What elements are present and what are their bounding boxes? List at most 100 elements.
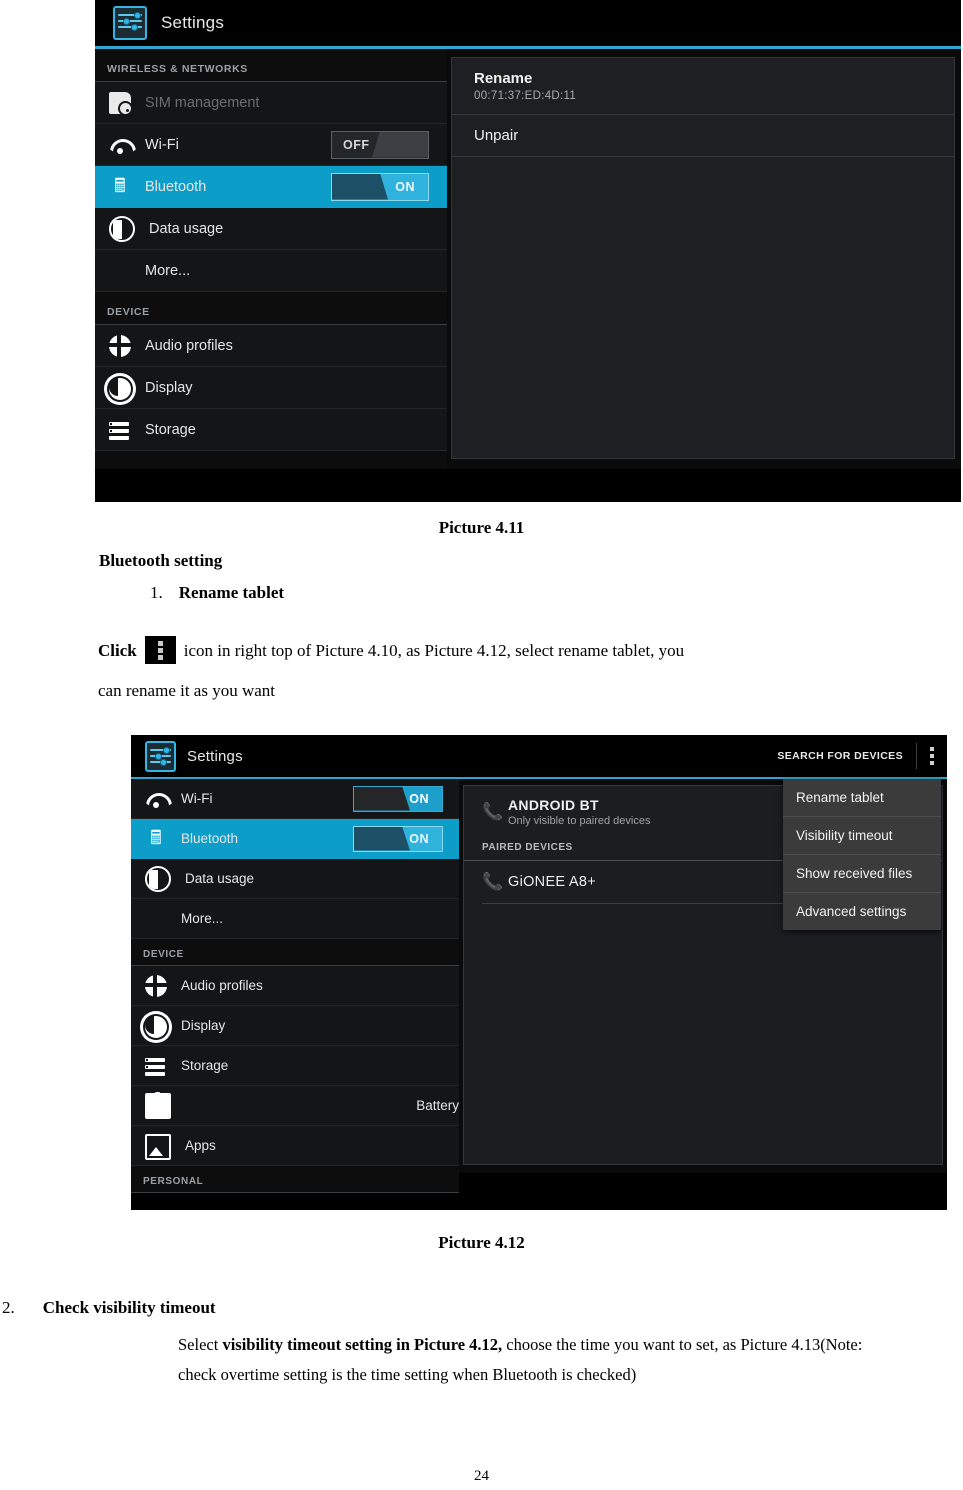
local-device-visibility: Only visible to paired devices: [508, 815, 651, 827]
click-instruction-line-2: can rename it as you want: [98, 681, 276, 700]
screenshot-picture-4-11: Settings WIRELESS & NETWORKS SIM managem…: [95, 0, 961, 502]
sidebar-item-label: Audio profiles: [181, 978, 263, 993]
sidebar-item-data-usage[interactable]: Data usage: [131, 859, 459, 899]
para2-lead: Select: [178, 1335, 223, 1354]
sidebar-item-label: Battery: [416, 1098, 459, 1113]
overflow-dropdown-menu: Rename tablet Visibility timeout Show re…: [783, 779, 941, 930]
system-navigation-bar[interactable]: [95, 469, 961, 502]
screenshot-picture-4-12: Settings SEARCH FOR DEVICES Wi-Fi ON 🖩 B…: [131, 735, 947, 1210]
storage-icon: [109, 419, 131, 441]
unpair-row[interactable]: Unpair: [452, 115, 954, 157]
sidebar-item-audio-profiles[interactable]: Audio profiles: [95, 325, 447, 367]
data-usage-icon: [109, 216, 135, 242]
sidebar-item-bluetooth[interactable]: 🖩 Bluetooth ON: [131, 819, 459, 859]
toggle-label: OFF: [343, 137, 370, 152]
overflow-menu-icon[interactable]: [917, 735, 947, 777]
click-word: Click: [98, 641, 137, 660]
document-page: Settings WIRELESS & NETWORKS SIM managem…: [0, 0, 963, 1490]
paragraph-visibility-timeout: Select visibility timeout setting in Pic…: [178, 1330, 878, 1390]
device-mac-address: 00:71:37:ED:4D:11: [474, 90, 577, 102]
bluetooth-toggle[interactable]: ON: [353, 825, 443, 852]
unpair-title: Unpair: [474, 127, 519, 144]
display-brightness-icon: [109, 377, 131, 400]
overflow-menu-icon: [144, 636, 176, 664]
list-item-2-title: Check visibility timeout: [42, 1298, 216, 1317]
settings-sliders-icon: [145, 740, 176, 772]
sidebar-item-storage[interactable]: Storage: [95, 409, 447, 451]
sidebar-item-data-usage[interactable]: Data usage: [95, 208, 447, 250]
bluetooth-toggle[interactable]: ON: [331, 172, 429, 201]
sidebar-item-label: Data usage: [149, 220, 224, 237]
bluetooth-device-detail-pane: Rename 00:71:37:ED:4D:11 Unpair: [451, 57, 955, 459]
action-bar: Settings SEARCH FOR DEVICES: [131, 735, 947, 777]
sidebar-item-apps[interactable]: Apps: [131, 1126, 459, 1166]
battery-icon: [145, 1092, 171, 1119]
display-brightness-icon: [145, 1015, 167, 1038]
audio-profiles-icon: [107, 332, 131, 357]
sidebar-item-display[interactable]: Display: [131, 1006, 459, 1046]
data-usage-icon: [145, 866, 171, 892]
sidebar-item-label: Storage: [145, 421, 196, 438]
local-device-name: ANDROID BT: [508, 797, 599, 813]
storage-icon: [145, 1055, 167, 1077]
wifi-icon: [145, 788, 167, 810]
sidebar-section-device: DEVICE: [131, 939, 459, 966]
menu-item-advanced-settings[interactable]: Advanced settings: [783, 893, 941, 930]
sidebar-item-wifi[interactable]: Wi-Fi ON: [131, 779, 459, 819]
toggle-label: ON: [409, 831, 429, 846]
wifi-icon: [109, 134, 131, 156]
sidebar-section-personal: PERSONAL: [131, 1166, 459, 1193]
list-item-1: 1. Rename tablet: [150, 583, 284, 603]
sidebar-item-storage[interactable]: Storage: [131, 1046, 459, 1086]
toggle-thumb: [354, 786, 410, 811]
sidebar-section-device: DEVICE: [95, 292, 447, 325]
sidebar-item-label: Bluetooth: [181, 831, 239, 846]
caption-picture-4-11: Picture 4.11: [438, 518, 525, 537]
sidebar-item-more[interactable]: More...: [131, 899, 459, 939]
sidebar-item-label: Wi-Fi: [181, 791, 213, 806]
toggle-thumb: [354, 826, 410, 851]
sidebar-item-label: Audio profiles: [145, 337, 233, 354]
apps-image-icon: [145, 1133, 171, 1160]
phone-icon: 📞: [482, 802, 504, 821]
sidebar-item-label: Display: [181, 1018, 226, 1033]
click-instruction-rest: icon in right top of Picture 4.10, as Pi…: [183, 641, 685, 660]
settings-sliders-icon: [113, 6, 147, 40]
para2-bold: visibility timeout setting in Picture 4.…: [222, 1335, 503, 1354]
list-item-2-number: 2.: [2, 1298, 15, 1317]
heading-bluetooth-setting: Bluetooth setting: [99, 551, 223, 570]
menu-item-show-received-files[interactable]: Show received files: [783, 855, 941, 893]
audio-profiles-icon: [143, 972, 167, 997]
list-item-1-number: 1.: [150, 583, 163, 602]
wifi-toggle[interactable]: OFF: [331, 130, 429, 159]
settings-sidebar: Wi-Fi ON 🖩 Bluetooth ON Data usage More.…: [131, 779, 459, 1193]
sidebar-item-sim-management[interactable]: SIM management: [95, 82, 447, 124]
sidebar-item-audio-profiles[interactable]: Audio profiles: [131, 966, 459, 1006]
toggle-label: ON: [395, 179, 415, 194]
wifi-toggle[interactable]: ON: [353, 785, 443, 812]
rename-row[interactable]: Rename 00:71:37:ED:4D:11: [452, 58, 954, 115]
list-item-1-title: Rename tablet: [178, 583, 285, 602]
menu-item-rename-tablet[interactable]: Rename tablet: [783, 779, 941, 817]
toggle-thumb: [332, 173, 388, 200]
sidebar-item-label: Bluetooth: [145, 178, 207, 195]
app-title: Settings: [187, 747, 243, 765]
page-number: 24: [474, 1468, 489, 1484]
toggle-label: ON: [409, 791, 429, 806]
sidebar-item-battery[interactable]: Battery: [131, 1086, 459, 1126]
sidebar-item-label: Apps: [185, 1138, 216, 1153]
search-for-devices-button[interactable]: SEARCH FOR DEVICES: [777, 750, 916, 762]
settings-sidebar: WIRELESS & NETWORKS SIM management Wi-Fi…: [95, 49, 447, 469]
app-title: Settings: [161, 13, 225, 32]
sidebar-item-wifi[interactable]: Wi-Fi OFF: [95, 124, 447, 166]
sidebar-item-display[interactable]: Display: [95, 367, 447, 409]
settings-body: WIRELESS & NETWORKS SIM management Wi-Fi…: [95, 49, 961, 469]
sidebar-item-more[interactable]: More...: [95, 250, 447, 292]
sidebar-section-wireless: WIRELESS & NETWORKS: [95, 49, 447, 82]
bluetooth-icon: 🖩: [114, 175, 126, 197]
click-instruction-line: Click icon in right top of Picture 4.10, …: [98, 634, 928, 668]
bluetooth-icon: 🖩: [150, 827, 162, 849]
menu-item-visibility-timeout[interactable]: Visibility timeout: [783, 817, 941, 855]
sidebar-item-bluetooth[interactable]: 🖩 Bluetooth ON: [95, 166, 447, 208]
sidebar-item-label: Wi-Fi: [145, 136, 179, 153]
